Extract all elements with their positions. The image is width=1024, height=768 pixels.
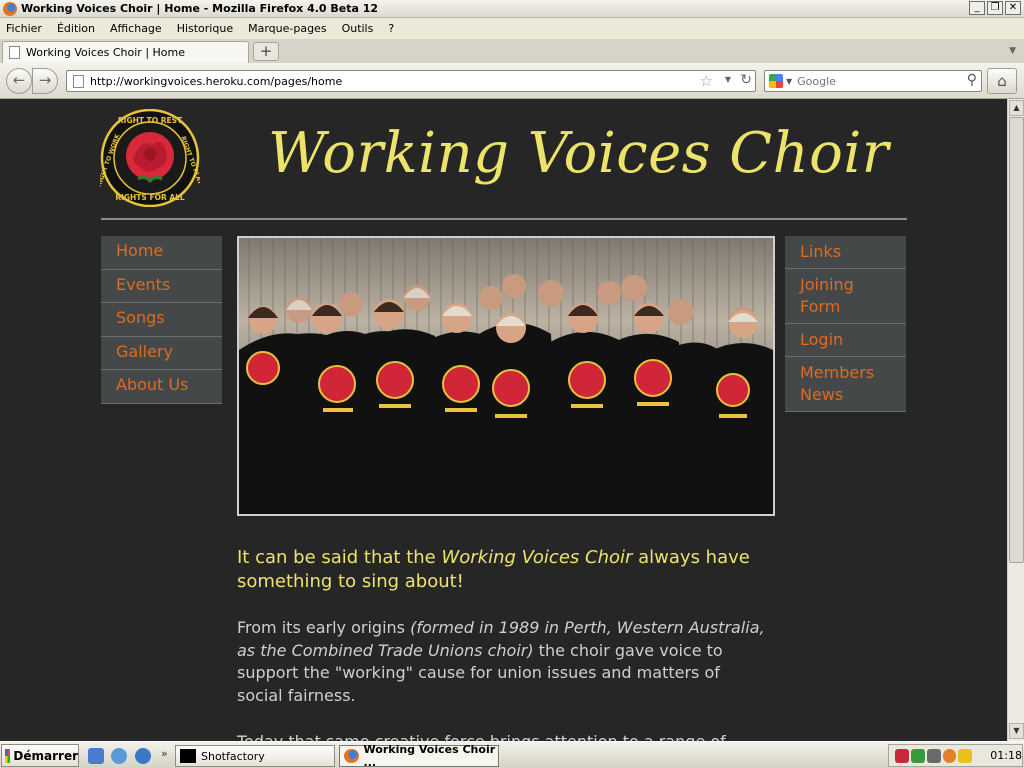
home-button[interactable]: ⌂ bbox=[987, 68, 1017, 94]
vm-icon[interactable] bbox=[926, 748, 941, 763]
engine-dropdown-icon[interactable]: ▼ bbox=[786, 77, 792, 86]
choir-group-photo bbox=[237, 236, 775, 516]
intro-paragraph: From its early origins (formed in 1989 i… bbox=[237, 617, 767, 707]
body-text-1: From its early origins bbox=[237, 618, 411, 637]
lead-choir-name: Working Voices Choir bbox=[441, 547, 633, 568]
tab-bar: Working Voices Choir | Home + ▼ bbox=[0, 39, 1024, 63]
intro-lead: It can be said that the Working Voices C… bbox=[237, 546, 757, 594]
search-bar[interactable]: ▼ ⚲ bbox=[764, 70, 982, 92]
nav-gallery[interactable]: Gallery bbox=[101, 337, 222, 370]
window-title: Working Voices Choir | Home - Mozilla Fi… bbox=[21, 2, 379, 15]
navigation-toolbar: ← → ☆ ▼ ↻ ▼ ⚲ ⌂ bbox=[0, 63, 1024, 99]
search-icon[interactable]: ⚲ bbox=[967, 72, 977, 88]
quicklaunch-browser-icon[interactable] bbox=[135, 748, 151, 764]
menu-historique[interactable]: Historique bbox=[177, 22, 233, 35]
nav-about-us[interactable]: About Us bbox=[101, 370, 222, 404]
task-shotfactory[interactable]: Shotfactory bbox=[175, 745, 335, 767]
page-viewport: RIGHT TO REST RIGHTS FOR ALL RIGHT TO WO… bbox=[0, 99, 1007, 741]
scroll-down-icon[interactable]: ▼ bbox=[1009, 723, 1024, 739]
bookmark-star-icon[interactable]: ☆ bbox=[700, 72, 713, 90]
quicklaunch-ie-icon[interactable] bbox=[88, 748, 104, 764]
quicklaunch-media-icon[interactable] bbox=[111, 748, 127, 764]
firefox-icon bbox=[3, 1, 17, 16]
start-label: Démarrer bbox=[13, 748, 78, 763]
header-divider bbox=[101, 218, 907, 220]
menu-fichier[interactable]: Fichier bbox=[6, 22, 42, 35]
page-icon bbox=[9, 46, 20, 59]
choir-logo[interactable]: RIGHT TO REST RIGHTS FOR ALL RIGHT TO WO… bbox=[100, 109, 200, 207]
scroll-thumb[interactable] bbox=[1009, 117, 1024, 563]
menu-marque-pages[interactable]: Marque-pages bbox=[248, 22, 326, 35]
nav-members-news[interactable]: Members News bbox=[785, 357, 906, 412]
site-identity-icon[interactable] bbox=[73, 74, 84, 88]
nav-home[interactable]: Home bbox=[101, 236, 222, 270]
back-button[interactable]: ← bbox=[6, 68, 32, 94]
menu-edition[interactable]: Édition bbox=[57, 22, 95, 35]
site-nav-left: Home Events Songs Gallery About Us bbox=[101, 236, 222, 404]
url-input[interactable] bbox=[90, 74, 650, 88]
warning-icon[interactable] bbox=[958, 748, 973, 763]
task-label: Working Voices Choir ... bbox=[363, 743, 496, 768]
windows-flag-icon bbox=[5, 748, 11, 763]
network-icon[interactable] bbox=[910, 748, 925, 763]
second-paragraph: Today that same creative force brings at… bbox=[237, 731, 767, 741]
tab-home[interactable]: Working Voices Choir | Home bbox=[2, 41, 249, 63]
lead-text-1: It can be said that the bbox=[237, 547, 442, 568]
tab-list-icon[interactable]: ▼ bbox=[1009, 46, 1016, 56]
google-engine-icon[interactable] bbox=[769, 74, 783, 88]
site-title: Working Voices Choir bbox=[268, 121, 890, 186]
windows-taskbar: Démarrer » Shotfactory Working Voices Ch… bbox=[0, 741, 1024, 768]
menu-affichage[interactable]: Affichage bbox=[110, 22, 162, 35]
shield-icon[interactable] bbox=[895, 748, 909, 763]
task-firefox[interactable]: Working Voices Choir ... bbox=[339, 743, 499, 768]
window-titlebar: Working Voices Choir | Home - Mozilla Fi… bbox=[0, 0, 1024, 18]
menu-bar: Fichier Édition Affichage Historique Mar… bbox=[0, 18, 1024, 39]
clock: 01:18 bbox=[990, 749, 1022, 762]
system-tray: 01:18 bbox=[888, 744, 1023, 767]
quicklaunch-more-icon[interactable]: » bbox=[161, 747, 168, 760]
logo-text-top: RIGHT TO REST bbox=[118, 116, 183, 125]
minimize-button[interactable]: _ bbox=[969, 1, 985, 15]
update-icon[interactable] bbox=[942, 748, 957, 763]
maximize-button[interactable]: ❐ bbox=[987, 1, 1003, 15]
history-dropdown-icon[interactable]: ▼ bbox=[725, 75, 731, 84]
menu-help[interactable]: ? bbox=[388, 22, 394, 35]
vertical-scrollbar[interactable]: ▲ ▼ bbox=[1007, 99, 1024, 741]
firefox-icon bbox=[344, 749, 359, 763]
nav-links[interactable]: Links bbox=[785, 236, 906, 269]
logo-text-bottom: RIGHTS FOR ALL bbox=[115, 193, 185, 202]
nav-login[interactable]: Login bbox=[785, 324, 906, 357]
reload-icon[interactable]: ↻ bbox=[740, 72, 752, 88]
console-icon bbox=[180, 749, 196, 763]
address-bar[interactable]: ☆ ▼ ↻ bbox=[66, 70, 756, 92]
nav-songs[interactable]: Songs bbox=[101, 303, 222, 337]
nav-joining-form[interactable]: Joining Form bbox=[785, 269, 906, 324]
start-button[interactable]: Démarrer bbox=[1, 744, 79, 767]
task-label: Shotfactory bbox=[201, 749, 265, 763]
tab-title: Working Voices Choir | Home bbox=[26, 46, 186, 59]
nav-events[interactable]: Events bbox=[101, 270, 222, 303]
search-input[interactable] bbox=[797, 74, 958, 88]
new-tab-button[interactable]: + bbox=[253, 42, 279, 61]
close-button[interactable]: ✕ bbox=[1005, 1, 1021, 15]
forward-button[interactable]: → bbox=[32, 68, 58, 94]
menu-outils[interactable]: Outils bbox=[342, 22, 374, 35]
site-nav-right: Links Joining Form Login Members News bbox=[785, 236, 906, 412]
scroll-up-icon[interactable]: ▲ bbox=[1009, 100, 1024, 116]
